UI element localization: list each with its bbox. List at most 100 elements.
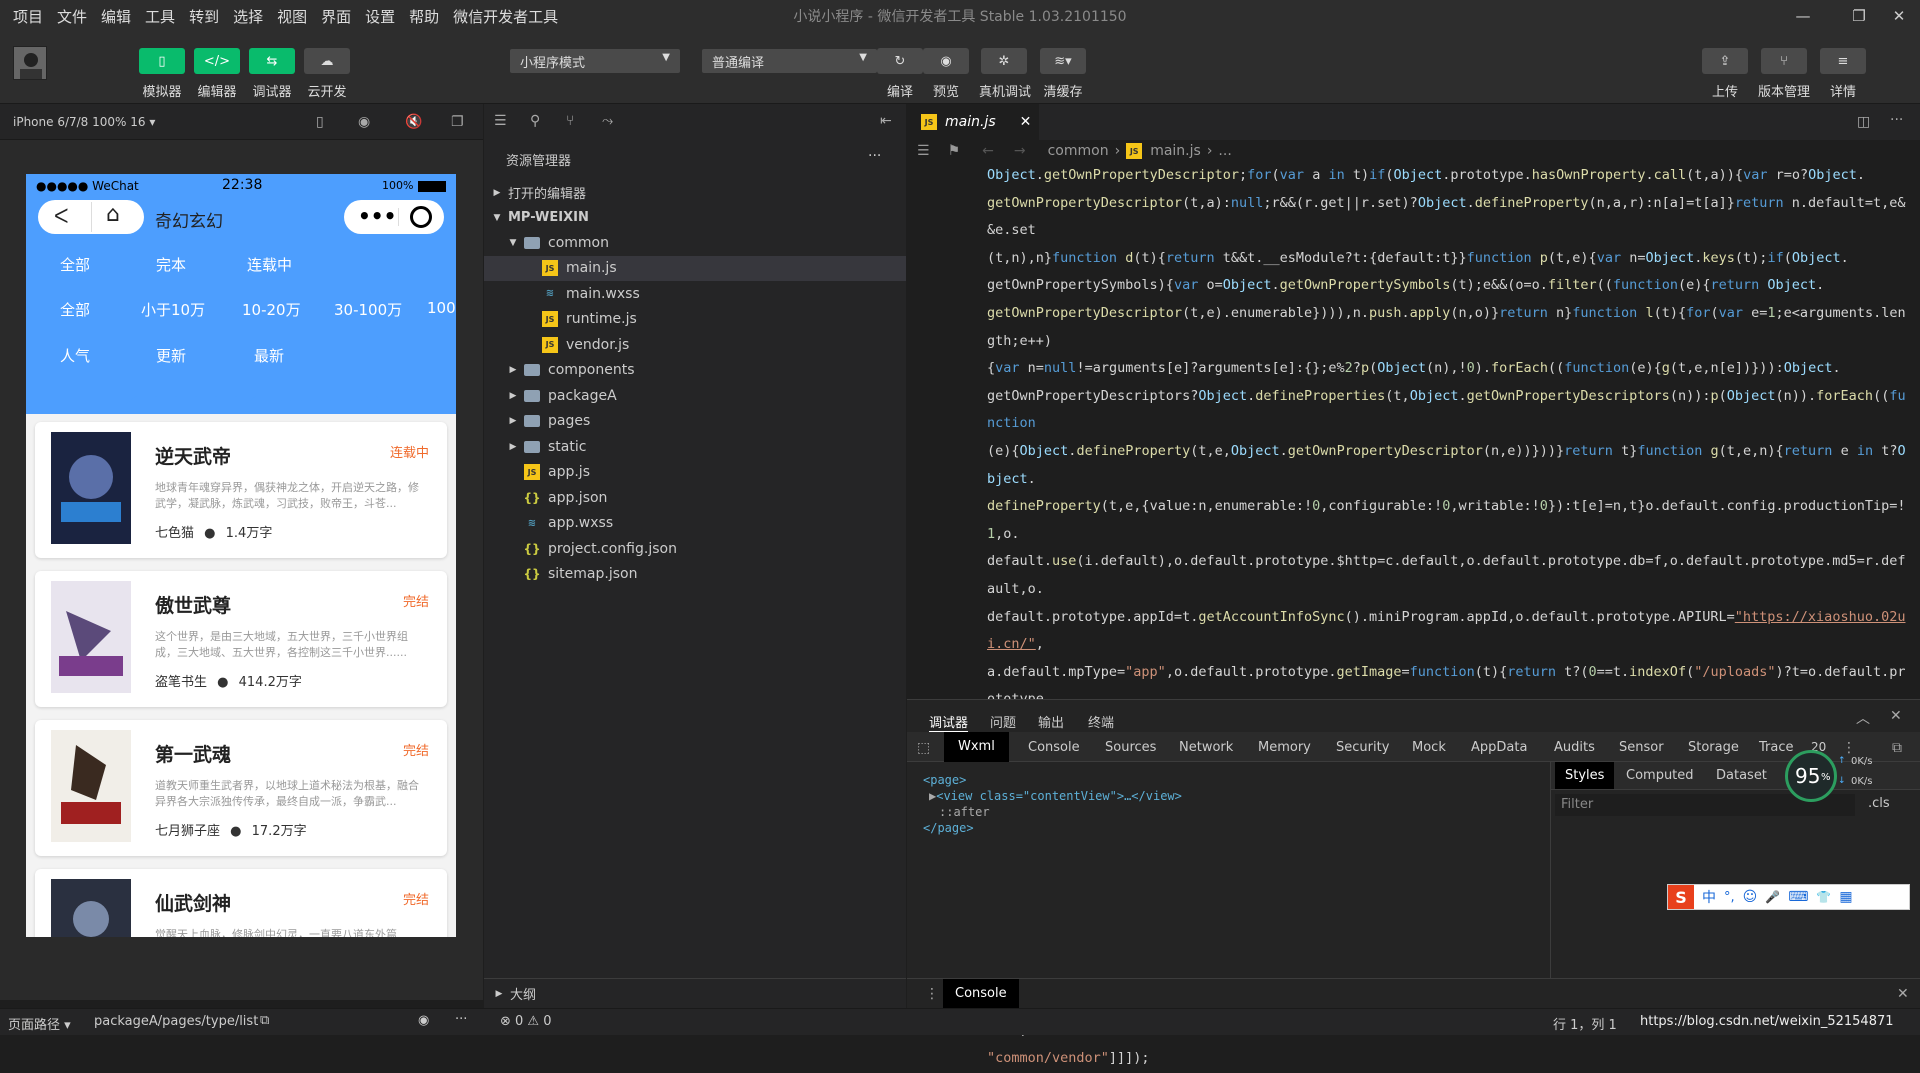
tab-computed[interactable]: Computed [1626, 768, 1694, 783]
filter-words-100[interactable]: 100 [427, 299, 456, 317]
preview-button[interactable]: ◉ [923, 48, 969, 74]
tab-debugger[interactable]: 调试器 [929, 712, 969, 732]
cursor-position[interactable]: 行 1，列 1 [1553, 1014, 1617, 1033]
book-card[interactable]: 逆天武帝 连载中 地球青年魂穿异界，偶获神龙之体，开启逆天之路，修武学，凝武脉，… [35, 422, 447, 558]
file-tree-item[interactable]: ≋ main.wxss [484, 281, 906, 306]
more-vertical-icon[interactable]: ⋮ [1842, 740, 1856, 756]
debugger-button[interactable]: ⇆ [249, 48, 295, 74]
mode-select[interactable]: 小程序模式 ▼ [510, 49, 680, 73]
cls-toggle[interactable]: .cls [1868, 796, 1890, 811]
file-tree-item[interactable]: ≋ app.wxss [484, 511, 906, 536]
close-capsule-icon[interactable] [410, 206, 432, 228]
wxml-node[interactable]: ▶<view class="contentView">…</view> [929, 788, 1182, 804]
file-tree-item[interactable]: JS vendor.js [484, 332, 906, 357]
remote-debug-button[interactable]: ✲ [981, 48, 1027, 74]
tab-main-js[interactable]: JS main.js ✕ [907, 104, 1039, 140]
back-icon[interactable]: ᐸ [54, 204, 69, 228]
menu-file[interactable]: 文件 [50, 6, 94, 27]
tab-mock[interactable]: Mock [1412, 740, 1446, 755]
menu-tools[interactable]: 工具 [138, 6, 182, 27]
tab-appdata[interactable]: AppData [1471, 740, 1527, 755]
filter-words-all[interactable]: 全部 [60, 299, 90, 320]
console-drawer-tab[interactable]: Console [943, 979, 1019, 1008]
copy-icon[interactable]: ⧉ [260, 1013, 269, 1028]
wxml-node[interactable]: </page> [923, 820, 1182, 836]
upload-button[interactable]: ⇪ [1702, 48, 1748, 74]
open-editors-section[interactable]: ▶ 打开的编辑器 [484, 180, 906, 205]
device-select[interactable]: iPhone 6/7/8 100% 16 ▾ [13, 115, 155, 129]
clear-cache-button[interactable]: ≋▾ [1040, 48, 1086, 74]
ime-grid-icon[interactable]: ▦ [1839, 889, 1852, 905]
minimize-icon[interactable]: — [1780, 0, 1826, 32]
menu-settings[interactable]: 设置 [358, 6, 402, 27]
git-graph-icon[interactable]: ⤳ [602, 113, 613, 129]
menu-edit[interactable]: 编辑 [94, 6, 138, 27]
file-tree-item[interactable]: ▶ components [484, 358, 906, 383]
home-icon[interactable]: ⌂ [106, 202, 120, 227]
tab-styles[interactable]: Styles [1555, 762, 1615, 789]
bookmark-icon[interactable]: ⚑ [948, 143, 961, 159]
tab-output[interactable]: 输出 [1038, 712, 1064, 731]
menu-goto[interactable]: 转到 [182, 6, 226, 27]
details-button[interactable]: ≡ [1820, 48, 1866, 74]
wxml-node[interactable]: <page> [923, 772, 1182, 788]
page-path-label[interactable]: 页面路径 ▾ [8, 1014, 71, 1033]
search-icon[interactable]: ⚲ [530, 113, 540, 129]
close-drawer-icon[interactable]: ✕ [1897, 986, 1909, 1002]
error-count[interactable]: ⊗ 0 ⚠ 0 [500, 1014, 552, 1029]
menu-interface[interactable]: 界面 [314, 6, 358, 27]
dock-icon[interactable]: ⧉ [1892, 740, 1902, 756]
file-tree-item[interactable]: JS main.js [484, 255, 906, 281]
filter-complete[interactable]: 完本 [156, 254, 186, 275]
tab-memory[interactable]: Memory [1258, 740, 1311, 755]
list-icon[interactable]: ☰ [917, 143, 930, 159]
eye-icon[interactable]: ◉ [418, 1013, 429, 1028]
version-button[interactable]: ⑂ [1761, 48, 1807, 74]
split-editor-icon[interactable]: ◫ [1857, 114, 1870, 130]
file-tree-item[interactable]: JS runtime.js [484, 307, 906, 332]
compile-select[interactable]: 普通编译 ▼ [702, 49, 877, 73]
tab-security[interactable]: Security [1336, 740, 1389, 755]
file-tree-item[interactable]: ▶ pages [484, 409, 906, 434]
filter-words-30-100[interactable]: 30-100万 [334, 299, 402, 320]
tab-trace[interactable]: Trace [1759, 740, 1794, 755]
menu-view[interactable]: 视图 [270, 6, 314, 27]
collapse-panel-icon[interactable]: ⇤ [880, 113, 892, 129]
sort-updated[interactable]: 更新 [156, 345, 186, 366]
more-icon[interactable]: ··· [1890, 112, 1903, 128]
ime-skin-icon[interactable]: 👕 [1816, 890, 1831, 904]
breadcrumb-more[interactable]: ... [1218, 143, 1231, 159]
record-icon[interactable]: ◉ [358, 114, 370, 130]
tab-audits[interactable]: Audits [1554, 740, 1595, 755]
simulator-button[interactable]: ▯ [139, 48, 185, 74]
more-icon[interactable]: ··· [868, 148, 881, 164]
tab-storage[interactable]: Storage [1688, 740, 1739, 755]
avatar[interactable] [13, 46, 47, 80]
project-section[interactable]: ▼ MP-WEIXIN [484, 205, 906, 230]
ime-emoji-icon[interactable]: ☺ [1743, 889, 1758, 905]
file-tree-item[interactable]: ▶ static [484, 434, 906, 459]
outline-section[interactable]: ▶ 大纲 [484, 978, 906, 1008]
inspect-icon[interactable]: ⬚ [917, 740, 930, 756]
splitter[interactable] [1550, 762, 1551, 978]
ime-keyboard-icon[interactable]: ⌨ [1788, 889, 1808, 905]
file-tree-item[interactable]: {} app.json [484, 485, 906, 510]
back-icon[interactable]: ← [982, 143, 994, 159]
tab-problems[interactable]: 问题 [990, 712, 1016, 731]
cloud-dev-button[interactable]: ☁ [304, 48, 350, 74]
file-tree-item[interactable]: ▶ packageA [484, 383, 906, 408]
list-icon[interactable]: ☰ [494, 113, 507, 129]
file-tree-item[interactable]: {} sitemap.json [484, 562, 906, 587]
sort-newest[interactable]: 最新 [254, 345, 284, 366]
ime-lang[interactable]: 中 [1702, 887, 1716, 907]
perf-meter[interactable]: 95 % [1785, 750, 1837, 802]
more-icon[interactable]: ··· [455, 1012, 467, 1027]
filter-serial[interactable]: 连载中 [247, 254, 292, 275]
phone-icon[interactable]: ▯ [316, 114, 324, 130]
forward-icon[interactable]: → [1014, 143, 1026, 159]
book-card[interactable]: 仙武剑神 完结 觉醒天上血脉，修脉剑中幻灵，一直要八道东外篇 [35, 869, 447, 937]
menu-help[interactable]: 帮助 [402, 6, 446, 27]
compile-button[interactable]: ↻ [877, 48, 923, 74]
filter-words-lt10[interactable]: 小于10万 [141, 299, 205, 320]
tab-console[interactable]: Console [1028, 740, 1080, 755]
